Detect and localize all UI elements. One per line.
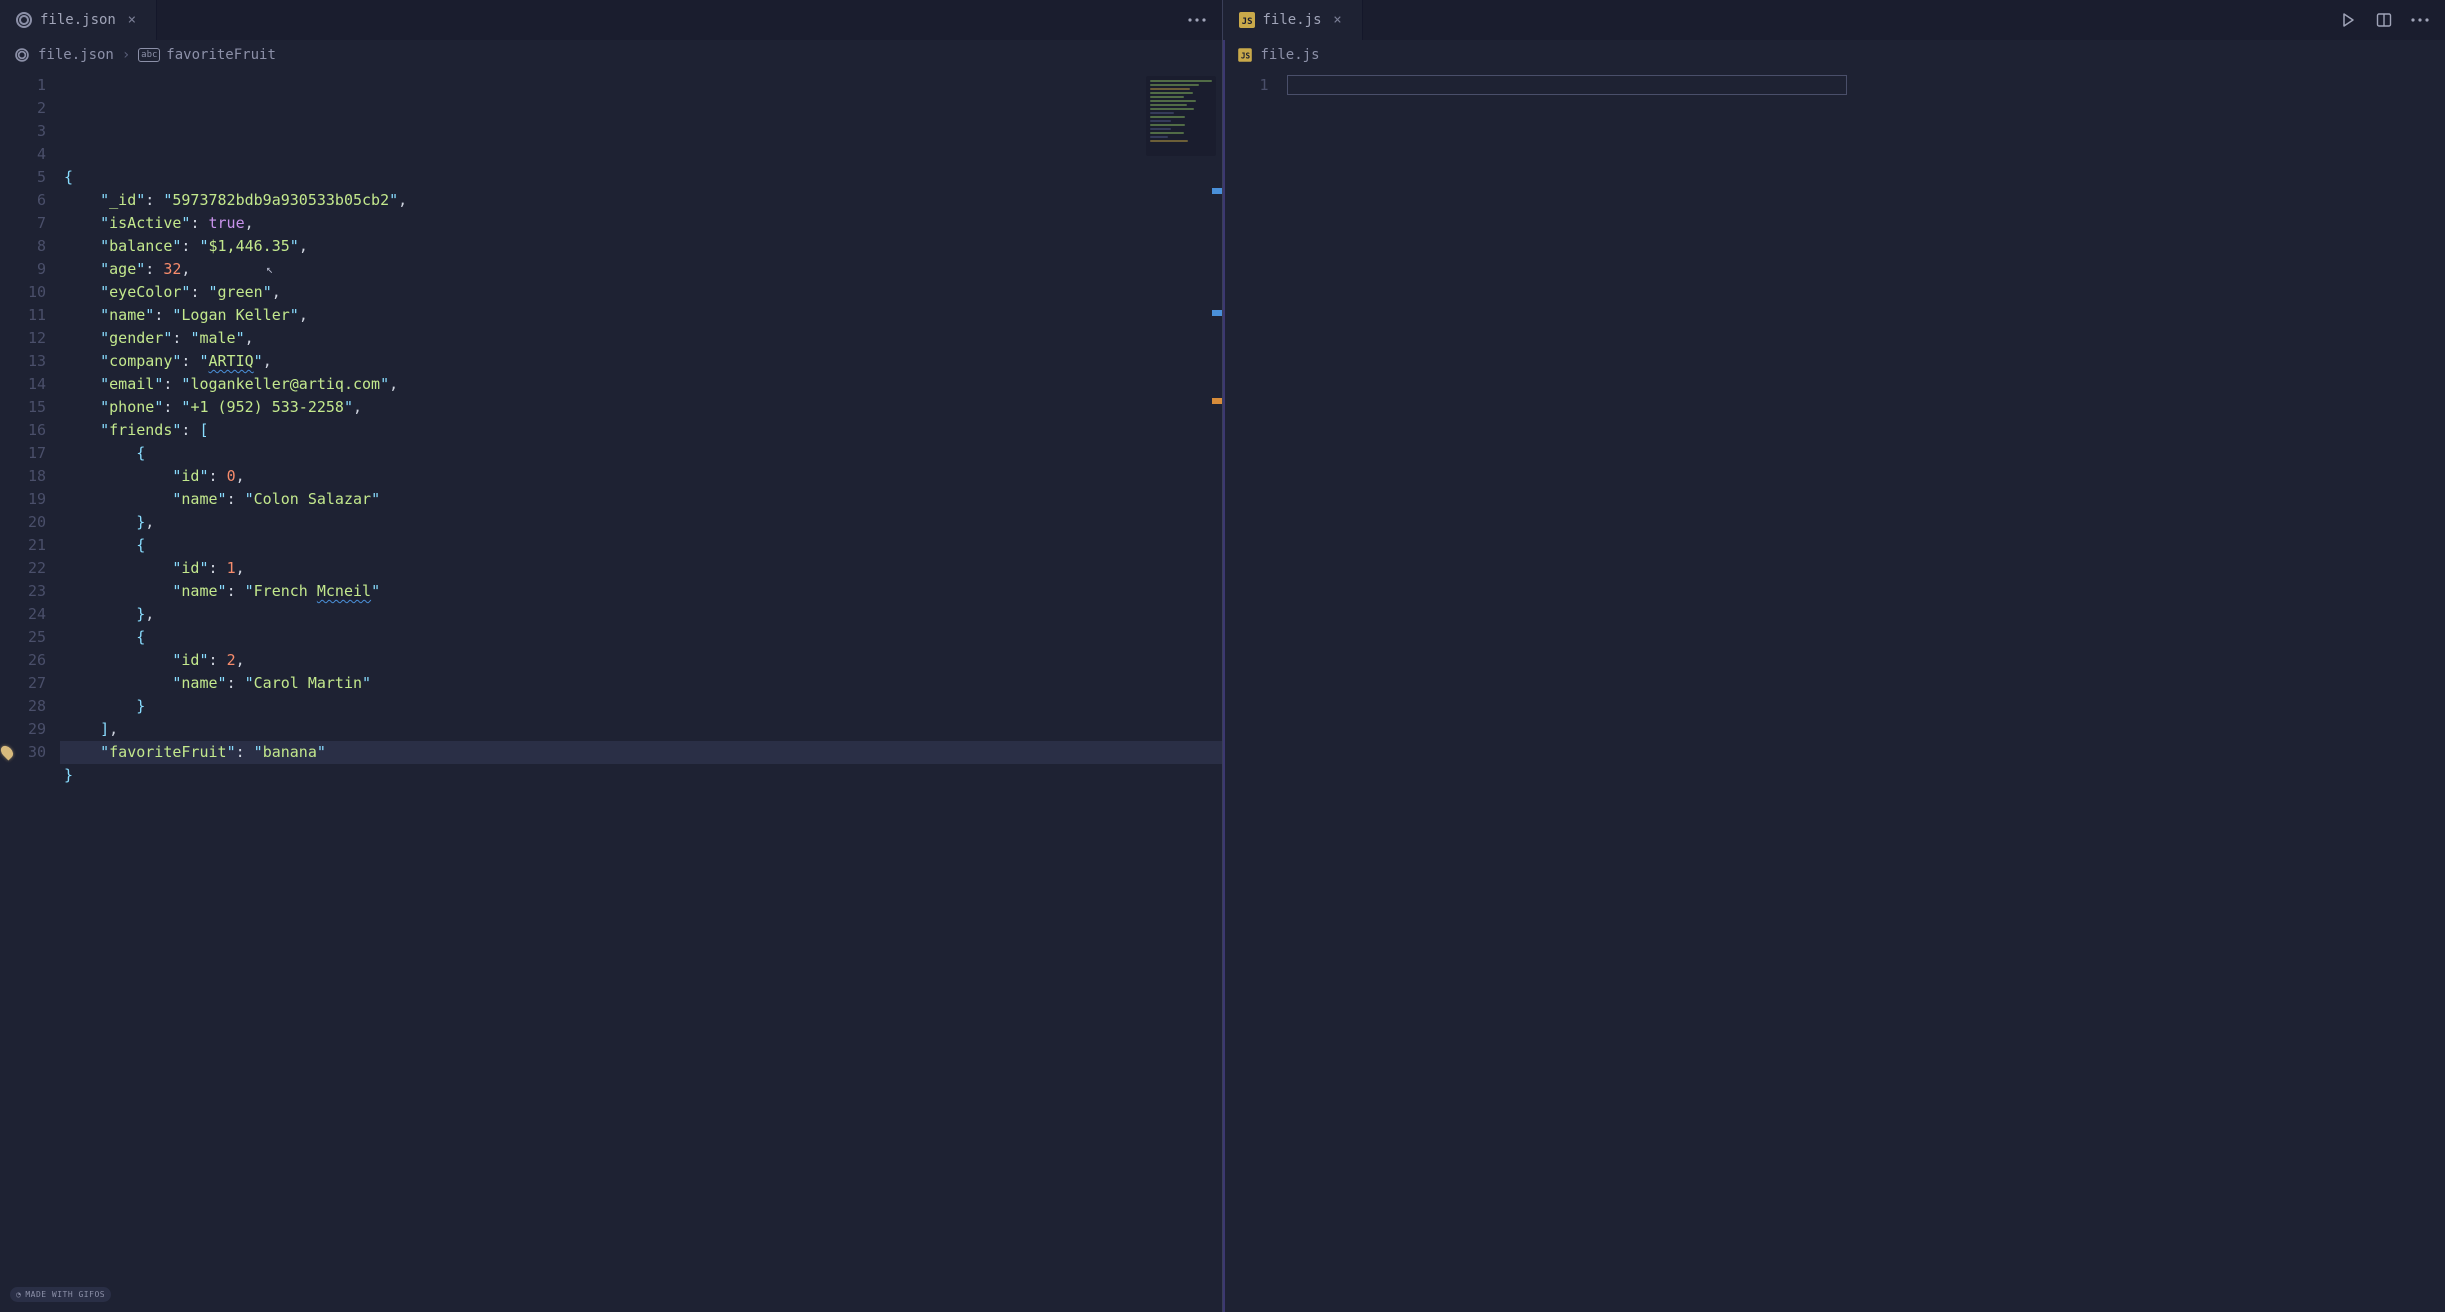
code-line[interactable]: "favoriteFruit": "banana" (60, 741, 1222, 764)
overview-marker (1212, 310, 1222, 316)
editor-left[interactable]: 1234567891011121314151617181920212223242… (0, 70, 1222, 1312)
breadcrumb-right[interactable]: JS file.js (1223, 40, 2445, 70)
overview-marker (1212, 398, 1222, 404)
code-line[interactable]: { (60, 626, 1222, 649)
run-icon[interactable] (2337, 9, 2359, 31)
line-gutter-right: 1 (1223, 70, 1283, 1312)
app-root: file.json × file.json › abc favoriteFrui… (0, 0, 2445, 1312)
badge-text: MADE WITH GIFOS (25, 1290, 105, 1299)
tab-actions-left (1186, 0, 1222, 40)
code-line[interactable]: } (60, 695, 1222, 718)
code-line[interactable]: "isActive": true, (60, 212, 1222, 235)
code-line[interactable]: ], (60, 718, 1222, 741)
code-line[interactable]: }, (60, 511, 1222, 534)
code-line[interactable]: } (60, 764, 1222, 787)
code-line[interactable]: "balance": "$1,446.35", (60, 235, 1222, 258)
code-line[interactable]: "name": "Colon Salazar" (60, 488, 1222, 511)
watermark-badge: ◔ MADE WITH GIFOS (10, 1287, 111, 1302)
code-line[interactable] (60, 810, 1222, 833)
code-area-right[interactable] (1283, 70, 2445, 1312)
breadcrumb-file[interactable]: file.json (38, 47, 114, 63)
editor-pane-left: file.json × file.json › abc favoriteFrui… (0, 0, 1223, 1312)
code-line[interactable]: "name": "French Mcneil" (60, 580, 1222, 603)
code-line[interactable]: "name": "Carol Martin" (60, 672, 1222, 695)
code-line[interactable]: { (60, 442, 1222, 465)
close-icon[interactable]: × (124, 12, 140, 28)
close-icon[interactable]: × (1330, 12, 1346, 28)
tab-actions-right (2337, 0, 2445, 40)
code-line[interactable]: "eyeColor": "green", (60, 281, 1222, 304)
minimap[interactable] (1146, 76, 1216, 156)
overview-marker (1212, 188, 1222, 194)
cursor-line-highlight (1287, 75, 1847, 95)
code-line[interactable]: "gender": "male", (60, 327, 1222, 350)
editor-pane-right: JS file.js × JS file.js 1 (1223, 0, 2445, 1312)
symbol-abc-icon: abc (138, 48, 160, 62)
tab-bar-left: file.json × (0, 0, 1222, 40)
tab-file-json[interactable]: file.json × (0, 0, 157, 40)
more-icon[interactable] (2409, 9, 2431, 31)
tab-label: file.json (40, 12, 116, 28)
code-line[interactable]: "id": 2, (60, 649, 1222, 672)
js-file-icon: JS (1238, 48, 1252, 62)
breadcrumb-symbol[interactable]: abc favoriteFruit (138, 47, 276, 63)
breadcrumb-left[interactable]: file.json › abc favoriteFruit (0, 40, 1222, 70)
code-line[interactable]: "age": 32, (60, 258, 1222, 281)
code-area-left[interactable]: { "_id": "5973782bdb9a930533b05cb2", "is… (60, 70, 1222, 1312)
js-file-icon: JS (1239, 12, 1255, 28)
tab-bar-right: JS file.js × (1223, 0, 2445, 40)
code-line[interactable]: "id": 1, (60, 557, 1222, 580)
line-gutter-left: 1234567891011121314151617181920212223242… (0, 70, 60, 1312)
code-line[interactable]: { (60, 166, 1222, 189)
code-line[interactable] (60, 143, 1222, 166)
code-line[interactable]: "email": "logankeller@artiq.com", (60, 373, 1222, 396)
code-line[interactable] (60, 787, 1222, 810)
editor-right[interactable]: 1 (1223, 70, 2445, 1312)
code-line[interactable]: "phone": "+1 (952) 533-2258", (60, 396, 1222, 419)
code-line[interactable] (1283, 74, 2445, 97)
breadcrumb-symbol-label: favoriteFruit (166, 47, 276, 63)
code-line[interactable]: "name": "Logan Keller", (60, 304, 1222, 327)
badge-icon: ◔ (16, 1290, 21, 1299)
chevron-right-icon: › (122, 47, 130, 63)
code-line[interactable]: { (60, 534, 1222, 557)
more-icon[interactable] (1186, 9, 1208, 31)
tab-file-js[interactable]: JS file.js × (1223, 0, 1363, 40)
breadcrumb-file[interactable]: file.js (1261, 47, 1320, 63)
json-file-icon (15, 48, 29, 62)
tab-label: file.js (1263, 12, 1322, 28)
split-editor-icon[interactable] (2373, 9, 2395, 31)
code-line[interactable]: "company": "ARTIQ", (60, 350, 1222, 373)
code-line[interactable]: }, (60, 603, 1222, 626)
code-line[interactable]: "_id": "5973782bdb9a930533b05cb2", (60, 189, 1222, 212)
json-file-icon (16, 12, 32, 28)
code-line[interactable]: "id": 0, (60, 465, 1222, 488)
code-line[interactable]: "friends": [ (60, 419, 1222, 442)
